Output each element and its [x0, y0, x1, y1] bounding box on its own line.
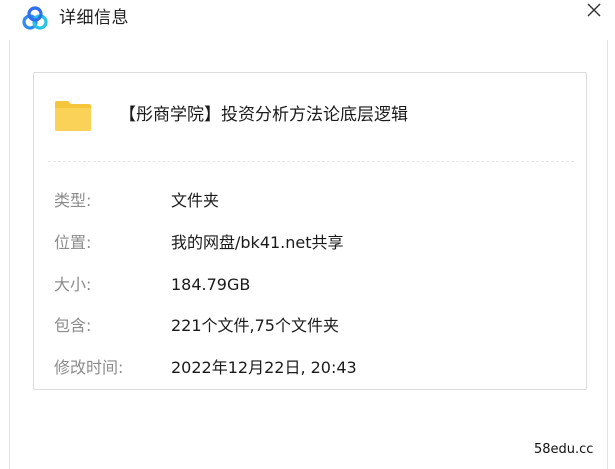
- detail-row-size: 大小: 184.79GB: [54, 272, 574, 298]
- detail-row-contains: 包含: 221个文件,75个文件夹: [54, 313, 574, 339]
- detail-value: 221个文件,75个文件夹: [171, 316, 339, 335]
- detail-label: 大小:: [54, 275, 92, 294]
- folder-icon: [54, 100, 92, 132]
- title-bar[interactable]: 详细信息: [0, 0, 615, 40]
- detail-row-type: 类型: 文件夹: [54, 188, 574, 214]
- detail-label: 包含:: [54, 316, 92, 335]
- details-dialog: 详细信息 【彤商学院】投资分析方法论底层逻辑 类型: 文件夹 位置: 我的网盘/…: [0, 0, 615, 469]
- detail-label: 修改时间:: [54, 358, 124, 377]
- detail-label: 类型:: [54, 191, 92, 210]
- detail-value: 我的网盘/bk41.net共享: [171, 233, 344, 252]
- detail-value: 文件夹: [171, 191, 220, 210]
- dialog-title: 详细信息: [59, 8, 129, 28]
- detail-row-location: 位置: 我的网盘/bk41.net共享: [54, 230, 574, 256]
- folder-name: 【彤商学院】投资分析方法论底层逻辑: [119, 105, 408, 125]
- watermark: 58edu.cc: [534, 442, 594, 457]
- detail-value: 184.79GB: [171, 275, 251, 294]
- baidu-netdisk-logo-icon: [21, 5, 49, 33]
- detail-label: 位置:: [54, 233, 92, 252]
- close-button[interactable]: [580, 0, 608, 24]
- details-card: 【彤商学院】投资分析方法论底层逻辑 类型: 文件夹 位置: 我的网盘/bk41.…: [33, 72, 587, 390]
- window-border-left: [9, 40, 10, 469]
- close-icon: [586, 2, 602, 22]
- detail-value: 2022年12月22日, 20:43: [171, 358, 357, 377]
- detail-row-modified: 修改时间: 2022年12月22日, 20:43: [54, 355, 574, 381]
- window-border-right: [607, 40, 608, 469]
- divider: [48, 161, 574, 162]
